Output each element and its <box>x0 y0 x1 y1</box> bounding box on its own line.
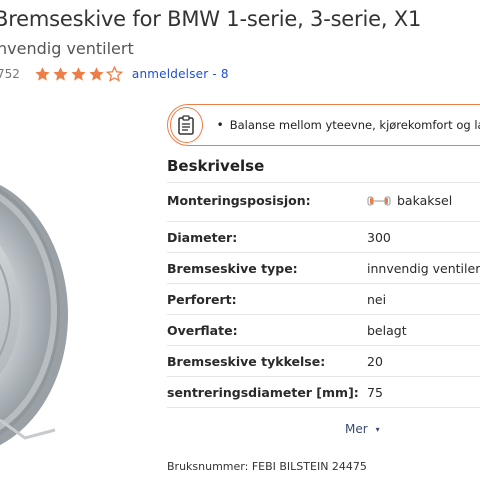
spec-label: Bremseskive type: <box>167 260 298 276</box>
spec-value: 300 <box>367 229 391 245</box>
rating-row: 752 anmeldelser - 8 <box>0 65 229 83</box>
spec-label: Monteringsposisjon: <box>167 193 311 208</box>
spec-label: Bremseskive tykkelse: <box>167 353 326 369</box>
usage-number: Bruksnummer: FEBI BILSTEIN 24475 <box>167 460 367 473</box>
star-filled-icon <box>53 67 68 81</box>
spec-label: Perforert: <box>167 291 237 307</box>
more-button[interactable]: Mer ▾ <box>345 422 380 436</box>
spec-label: Overflate: <box>167 322 238 338</box>
feature-icon-wrap <box>170 107 203 143</box>
spec-row-diameter: Diameter: 300 <box>167 221 480 252</box>
spec-row-surface: Overflate: belagt <box>167 314 480 345</box>
feature-bullet: • <box>216 118 224 132</box>
spec-label: Diameter: <box>167 229 238 245</box>
spec-label: sentreringsdiameter [mm]: <box>167 384 359 400</box>
brake-disc-image <box>0 184 68 446</box>
spec-row-mounting: Monteringsposisjon: bakaksel <box>167 182 480 218</box>
product-title: Bremseskive for BMW 1-serie, 3-serie, X1 <box>0 7 422 31</box>
rear-axle-icon <box>367 196 391 205</box>
clipboard-icon <box>178 115 195 135</box>
spec-value: 20 <box>367 353 383 369</box>
spec-value: belagt <box>367 322 407 338</box>
star-filled-icon <box>71 67 86 81</box>
description-title: Beskrivelse <box>167 157 265 175</box>
reviews-link[interactable]: anmeldelser - 8 <box>132 67 229 81</box>
spec-value: bakaksel <box>367 193 452 208</box>
spec-row-disc-type: Bremseskive type: innvendig ventilert <box>167 252 480 283</box>
product-subtitle: nvendig ventilert <box>0 39 134 58</box>
spec-value: nei <box>367 291 387 307</box>
chevron-down-icon: ▾ <box>375 424 380 434</box>
spec-value: 75 <box>367 384 383 400</box>
more-label: Mer <box>345 422 368 436</box>
star-filled-icon <box>35 67 50 81</box>
feature-highlight: • Balanse mellom yteevne, kjørekomfort o… <box>167 104 480 146</box>
star-rating[interactable] <box>34 66 124 82</box>
spec-value: innvendig ventilert <box>367 260 480 276</box>
spec-row-centering-diameter: sentreringsdiameter [mm]: 75 <box>167 376 480 407</box>
spec-row-thickness: Bremseskive tykkelse: 20 <box>167 345 480 376</box>
spec-divider <box>167 407 480 408</box>
product-page: Bremseskive for BMW 1-serie, 3-serie, X1… <box>0 0 480 480</box>
spec-row-perforated: Perforert: nei <box>167 283 480 314</box>
star-empty-icon <box>105 66 123 82</box>
star-filled-icon <box>89 67 104 81</box>
feature-text: Balanse mellom yteevne, kjørekomfort og … <box>229 118 480 132</box>
article-number: 752 <box>0 67 20 81</box>
spec-value-text: bakaksel <box>397 193 453 208</box>
